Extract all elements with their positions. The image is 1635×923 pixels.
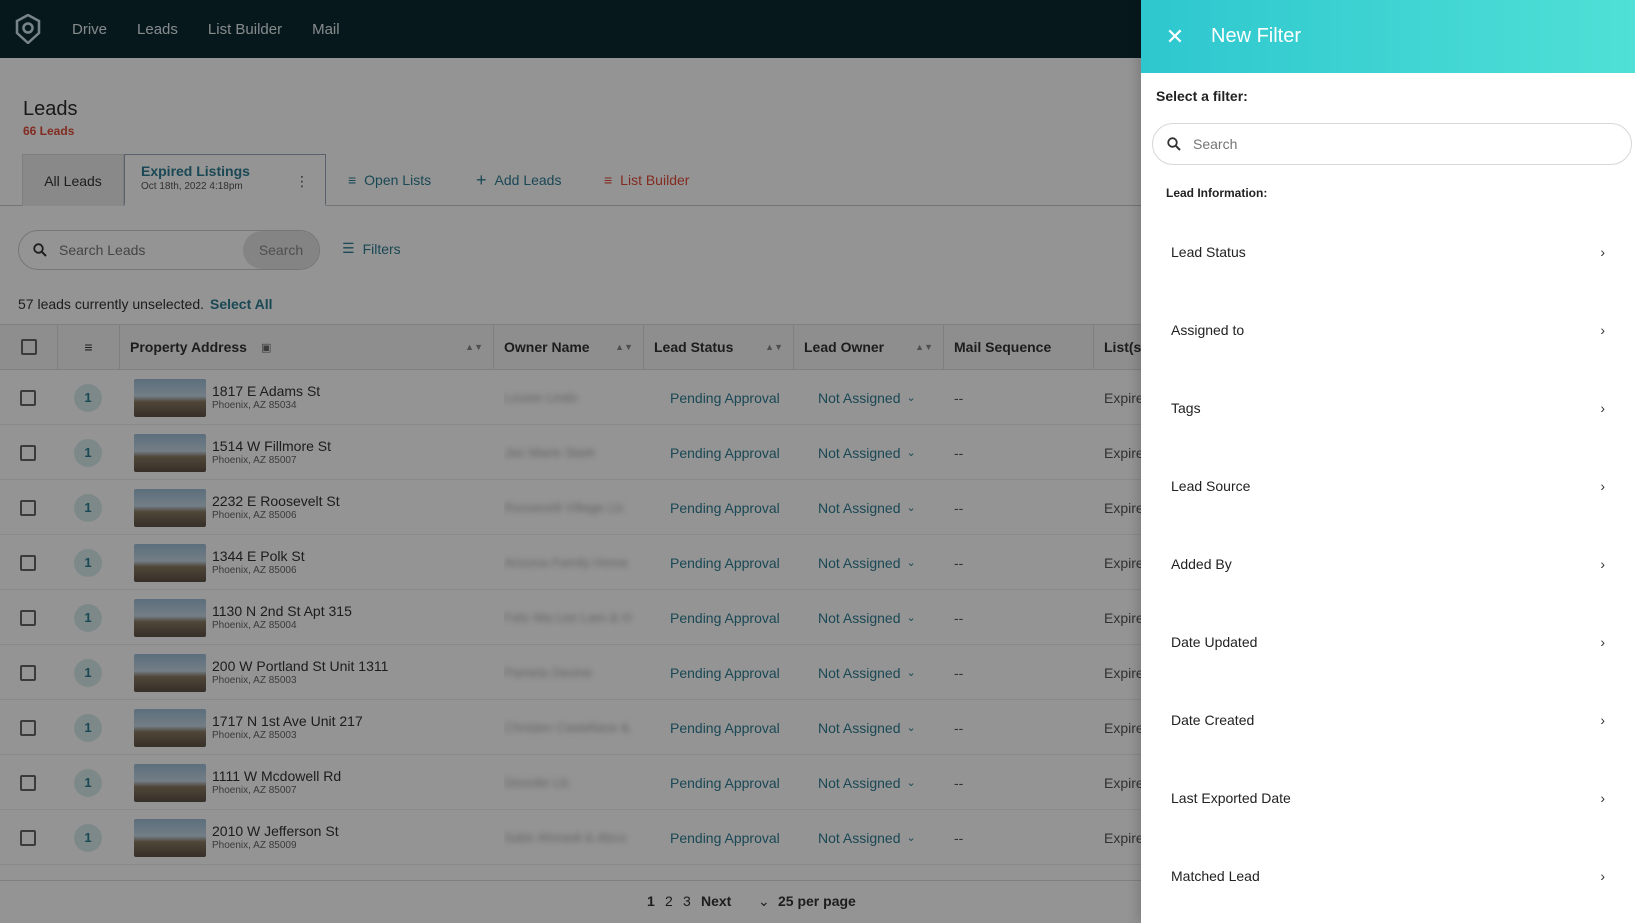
filter-item-date-updated[interactable]: Date Updated ›	[1141, 603, 1635, 681]
filter-item-label: Lead Status	[1171, 244, 1246, 260]
filter-item-last-exported-date[interactable]: Last Exported Date ›	[1141, 759, 1635, 837]
select-filter-label: Select a filter:	[1156, 88, 1248, 104]
panel-title: New Filter	[1211, 25, 1302, 47]
chevron-right-icon: ›	[1600, 634, 1605, 650]
chevron-right-icon: ›	[1600, 400, 1605, 416]
filter-item-matched-lead[interactable]: Matched Lead ›	[1141, 837, 1635, 915]
filter-item-label: Matched Lead	[1171, 868, 1260, 884]
filter-search-input[interactable]	[1193, 136, 1593, 152]
chevron-right-icon: ›	[1600, 244, 1605, 260]
chevron-right-icon: ›	[1600, 712, 1605, 728]
filter-item-added-by[interactable]: Added By ›	[1141, 525, 1635, 603]
filter-item-label: Added By	[1171, 556, 1232, 572]
filter-item-assigned-to[interactable]: Assigned to ›	[1141, 291, 1635, 369]
chevron-right-icon: ›	[1600, 322, 1605, 338]
filter-item-label: Assigned to	[1171, 322, 1245, 338]
filter-item-label: Last Exported Date	[1171, 790, 1291, 806]
filter-item-label: Date Updated	[1171, 634, 1258, 650]
filter-search-box	[1152, 123, 1632, 165]
chevron-right-icon: ›	[1600, 790, 1605, 806]
panel-header: ✕ New Filter	[1141, 0, 1635, 73]
filter-item-date-created[interactable]: Date Created ›	[1141, 681, 1635, 759]
filter-item-label: Tags	[1171, 400, 1201, 416]
filter-item-label: Date Created	[1171, 712, 1255, 728]
chevron-right-icon: ›	[1600, 478, 1605, 494]
filter-item-lead-source[interactable]: Lead Source ›	[1141, 447, 1635, 525]
search-icon	[1167, 137, 1181, 151]
chevron-right-icon: ›	[1600, 556, 1605, 572]
filter-item-label: Lead Source	[1171, 478, 1251, 494]
filter-item-tags[interactable]: Tags ›	[1141, 369, 1635, 447]
chevron-right-icon: ›	[1600, 868, 1605, 884]
new-filter-panel: ✕ New Filter Select a filter: Lead Infor…	[1141, 0, 1635, 923]
close-icon[interactable]: ✕	[1163, 24, 1187, 50]
filter-item-lead-status[interactable]: Lead Status ›	[1141, 213, 1635, 291]
section-lead-information: Lead Information:	[1166, 186, 1268, 200]
